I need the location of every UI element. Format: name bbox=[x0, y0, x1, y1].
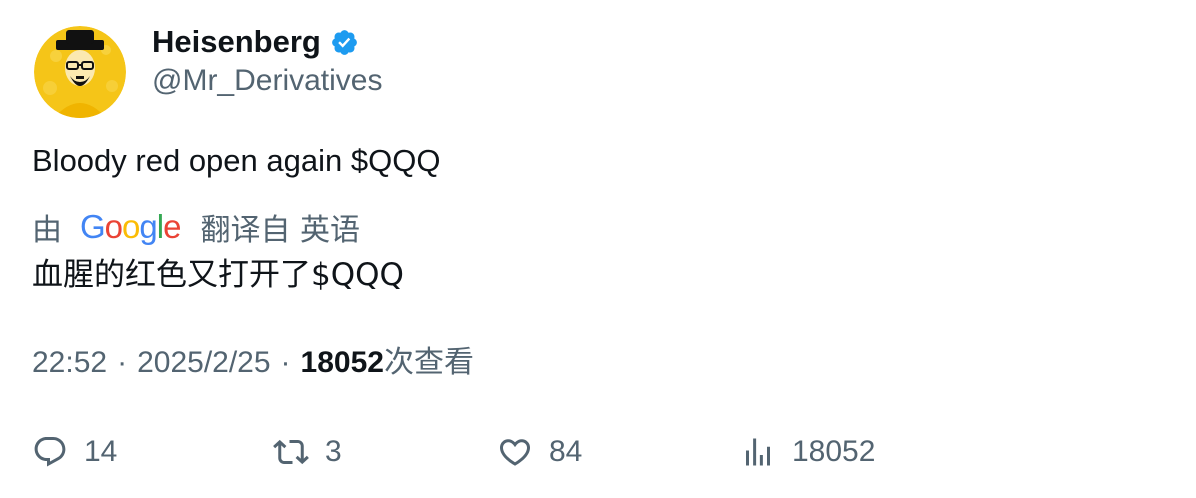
translated-from-label: 翻译自 英语 bbox=[200, 213, 360, 248]
views-button[interactable]: 18052 bbox=[740, 430, 875, 474]
reply-icon bbox=[34, 437, 66, 467]
reply-count: 14 bbox=[84, 435, 118, 468]
author-handle[interactable]: @Mr_Derivatives bbox=[152, 61, 383, 101]
analytics-icon bbox=[746, 438, 770, 466]
tweet-time[interactable]: 22:52 bbox=[32, 343, 107, 383]
retweet-button[interactable]: 3 bbox=[273, 430, 342, 474]
like-button[interactable]: 84 bbox=[497, 430, 582, 474]
views-action-count: 18052 bbox=[792, 435, 876, 468]
author-display-name[interactable]: Heisenberg bbox=[152, 22, 321, 62]
retweet-icon bbox=[273, 439, 309, 465]
views-label: 次查看 bbox=[383, 345, 474, 380]
reply-button[interactable]: 14 bbox=[32, 430, 117, 474]
tweet-action-bar: 14 3 84 18052 bbox=[0, 430, 1196, 474]
verified-badge-icon bbox=[330, 28, 359, 57]
views-count: 18052 bbox=[300, 346, 384, 379]
meta-separator: · bbox=[117, 346, 128, 379]
translated-tweet-text: 血腥的红色又打开了$QQQ bbox=[32, 257, 404, 293]
tweet-meta: 22:52 · 2025/2/25 · 18052 次查看 bbox=[32, 343, 474, 383]
heart-icon bbox=[499, 439, 531, 466]
author-name-row: Heisenberg bbox=[152, 22, 359, 62]
tweet-text: Bloody red open again $QQQ bbox=[32, 143, 441, 178]
translation-attribution[interactable]: 由 Google 翻译自 英语 bbox=[32, 207, 360, 248]
translation-by-label: 由 bbox=[32, 213, 62, 248]
retweet-count: 3 bbox=[325, 435, 342, 468]
heisenberg-avatar-icon bbox=[34, 26, 126, 118]
google-logo: Google bbox=[80, 208, 181, 245]
tweet-date[interactable]: 2025/2/25 bbox=[137, 343, 270, 383]
meta-separator: · bbox=[280, 346, 291, 379]
author-avatar[interactable] bbox=[34, 26, 126, 118]
like-count: 84 bbox=[549, 435, 583, 468]
